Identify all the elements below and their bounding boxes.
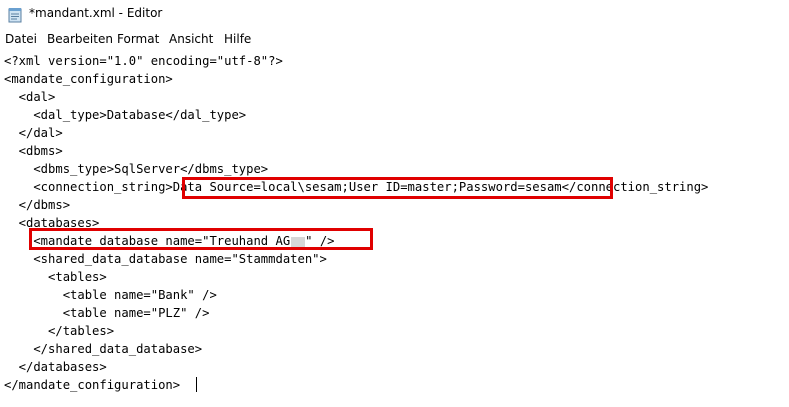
editor-line: </databases>: [4, 360, 107, 374]
editor-line: </mandate_configuration>: [4, 378, 181, 392]
connection-string-highlight: [182, 177, 613, 199]
notepad-icon: [8, 7, 22, 23]
editor-line: <tables>: [4, 270, 107, 284]
window-title: *mandant.xml - Editor: [29, 6, 163, 20]
editor-line: <dal_type>Database</dal_type>: [4, 108, 247, 122]
menu-datei[interactable]: Datei: [5, 32, 37, 46]
editor-line: </tables>: [4, 324, 115, 338]
editor-line: <mandate_configuration>: [4, 72, 173, 86]
editor-line: </dbms>: [4, 198, 71, 212]
editor-line: <?xml version="1.0" encoding="utf-8"?>: [4, 54, 283, 68]
menu-bearbeiten[interactable]: Bearbeiten: [47, 32, 113, 46]
menu-bar: Datei Bearbeiten Format Ansicht Hilfe: [0, 32, 789, 50]
editor-line: </dal>: [4, 126, 63, 140]
title-bar: *mandant.xml - Editor: [0, 0, 789, 30]
editor-line: <dbms>: [4, 144, 63, 158]
menu-format[interactable]: Format: [117, 32, 159, 46]
menu-hilfe[interactable]: Hilfe: [224, 32, 251, 46]
editor-line: <dbms_type>SqlServer</dbms_type>: [4, 162, 269, 176]
menu-ansicht[interactable]: Ansicht: [169, 32, 213, 46]
text-editor-area[interactable]: <?xml version="1.0" encoding="utf-8"?> <…: [0, 52, 789, 407]
editor-line: <shared_data_database name="Stammdaten">: [4, 252, 327, 266]
editor-line: </shared_data_database>: [4, 342, 203, 356]
editor-line: <table name="PLZ" />: [4, 306, 210, 320]
editor-line: <dal>: [4, 90, 56, 104]
text-caret: [196, 377, 197, 392]
editor-line: <table name="Bank" />: [4, 288, 217, 302]
mandate-database-highlight: [29, 228, 373, 250]
